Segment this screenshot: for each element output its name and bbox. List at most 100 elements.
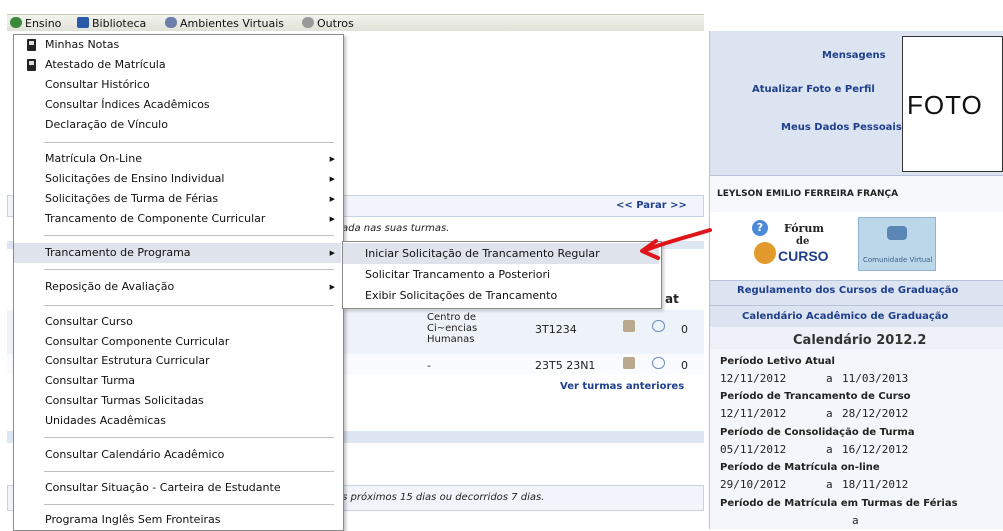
submenu-item-iniciar-trancamento[interactable]: Iniciar Solicitação de Trancamento Regul… bbox=[343, 243, 659, 264]
community-icon bbox=[887, 226, 907, 240]
forum-line3: CURSO bbox=[778, 248, 829, 264]
question-icon: ? bbox=[752, 220, 768, 236]
menu-item-consultar-turma[interactable]: Consultar Turma bbox=[14, 371, 341, 391]
chat-icon[interactable] bbox=[652, 357, 665, 369]
menubar-item-ensino[interactable]: Ensino bbox=[10, 15, 61, 32]
menu-item-estrutura-curricular[interactable]: Consultar Estrutura Curricular bbox=[14, 351, 341, 371]
comunidade-virtual-button[interactable]: Comunidade Virtual bbox=[858, 217, 936, 271]
menu-item-calendario-academico[interactable]: Consultar Calendário Acadêmico bbox=[14, 445, 341, 465]
menu-item-label: Consultar Histórico bbox=[45, 78, 150, 91]
mensagens-link[interactable]: Mensagens bbox=[822, 50, 886, 61]
virtual-env-icon bbox=[165, 17, 177, 28]
menu-item-declaracao-vinculo[interactable]: Declaração de Vínculo bbox=[14, 115, 341, 135]
period-start: 12/11/2012 bbox=[720, 372, 787, 385]
menu-item-label: Trancamento de Programa bbox=[45, 246, 191, 259]
period-end: 28/12/2012 bbox=[842, 407, 909, 420]
menu-separator bbox=[44, 471, 334, 472]
menubar-label: Biblioteca bbox=[92, 17, 147, 30]
forum-line1: Fórum bbox=[784, 222, 824, 235]
menu-item-carteira-estudante[interactable]: Consultar Situação - Carteira de Estudan… bbox=[14, 478, 341, 498]
forum-line2: de bbox=[796, 236, 810, 247]
grades-icon[interactable] bbox=[623, 357, 635, 369]
menu-item-label: Consultar Componente Curricular bbox=[45, 335, 230, 348]
menubar-label: Ensino bbox=[25, 17, 62, 30]
forum-curso-button[interactable]: ? Fórum de CURSO bbox=[748, 218, 829, 270]
menubar-item-outros[interactable]: Outros bbox=[302, 15, 354, 32]
menu-item-label: Consultar Turma bbox=[45, 374, 136, 387]
user-name: LEYLSON EMILIO FERREIRA FRANÇA bbox=[717, 189, 899, 199]
comunidade-label: Comunidade Virtual bbox=[863, 256, 933, 264]
menu-item-trancamento-programa[interactable]: Trancamento de Programa ▶ bbox=[14, 243, 341, 263]
menu-item-indices-academicos[interactable]: Consultar Índices Acadêmicos bbox=[14, 95, 341, 115]
submenu-arrow-icon: ▶ bbox=[329, 283, 335, 291]
menu-item-label: Solicitações de Ensino Individual bbox=[45, 172, 225, 185]
menu-item-consultar-curso[interactable]: Consultar Curso bbox=[14, 312, 341, 332]
menubar-item-ambientes-virtuais[interactable]: Ambientes Virtuais bbox=[165, 15, 284, 32]
menu-item-label: Consultar Calendário Acadêmico bbox=[45, 448, 225, 461]
meus-dados-link[interactable]: Meus Dados Pessoais bbox=[781, 122, 902, 133]
ver-turmas-link[interactable]: Ver turmas anteriores bbox=[560, 381, 684, 392]
menu-item-reposicao-avaliacao[interactable]: Reposição de Avaliação ▶ bbox=[14, 277, 341, 297]
menu-item-atestado-matricula[interactable]: Atestado de Matrícula bbox=[14, 55, 341, 75]
period-sep: a bbox=[826, 478, 833, 491]
period-sep: a bbox=[826, 443, 833, 456]
regulamento-link[interactable]: Regulamento dos Cursos de Graduação bbox=[737, 285, 958, 296]
row-schedule: 23T5 23N1 bbox=[535, 359, 596, 372]
menu-item-unidades-academicas[interactable]: Unidades Acadêmicas bbox=[14, 411, 341, 431]
user-bar: LEYLSON EMILIO FERREIRA FRANÇA bbox=[710, 175, 1003, 213]
submenu-arrow-icon: ▶ bbox=[329, 249, 335, 257]
row-count: 0 bbox=[681, 359, 688, 372]
menu-item-turma-ferias[interactable]: Solicitações de Turma de Férias ▶ bbox=[14, 189, 341, 209]
submenu-item-label: Solicitar Trancamento a Posteriori bbox=[365, 268, 551, 281]
calendario-link[interactable]: Calendário Acadêmico de Graduação bbox=[742, 311, 948, 322]
menu-item-label: Atestado de Matrícula bbox=[45, 58, 166, 71]
submenu-arrow-icon: ▶ bbox=[329, 155, 335, 163]
profile-photo: FOTO bbox=[902, 36, 1003, 172]
parar-link[interactable]: << Parar >> bbox=[616, 200, 687, 211]
period-label: Período de Matrícula em Turmas de Férias bbox=[720, 498, 958, 509]
submenu-arrow-icon: ▶ bbox=[329, 175, 335, 183]
document-icon bbox=[27, 59, 36, 71]
document-icon bbox=[27, 39, 36, 51]
grades-icon[interactable] bbox=[623, 320, 635, 332]
menu-separator bbox=[44, 269, 334, 270]
menu-item-ingles-sem-fronteiras[interactable]: Programa Inglês Sem Fronteiras bbox=[14, 510, 341, 530]
menubar-item-biblioteca[interactable]: Biblioteca bbox=[77, 15, 146, 32]
menu-item-label: Matrícula On-Line bbox=[45, 152, 142, 165]
row-unit: Centro de Ci~encias Humanas bbox=[427, 312, 478, 345]
menu-separator bbox=[44, 142, 334, 143]
menu-item-label: Consultar Estrutura Curricular bbox=[45, 354, 210, 367]
menu-item-matricula-online[interactable]: Matrícula On-Line ▶ bbox=[14, 149, 341, 169]
submenu-item-exibir-solicitacoes[interactable]: Exibir Solicitações de Trancamento bbox=[343, 285, 659, 306]
menu-item-label: Reposição de Avaliação bbox=[45, 280, 175, 293]
menu-item-componente-curricular[interactable]: Consultar Componente Curricular bbox=[14, 332, 341, 352]
chat-icon[interactable] bbox=[652, 320, 665, 332]
submenu-item-trancamento-posteriori[interactable]: Solicitar Trancamento a Posteriori bbox=[343, 264, 659, 285]
period-start: 12/11/2012 bbox=[720, 407, 787, 420]
period-start: 05/11/2012 bbox=[720, 443, 787, 456]
menu-separator bbox=[44, 305, 334, 306]
menu-separator bbox=[44, 437, 334, 438]
period-label: Período de Matrícula on-line bbox=[720, 462, 880, 473]
atualizar-foto-link[interactable]: Atualizar Foto e Perfil bbox=[752, 84, 875, 95]
menu-item-label: Trancamento de Componente Curricular bbox=[45, 212, 266, 225]
menu-item-label: Declaração de Vínculo bbox=[45, 118, 168, 131]
foto-label: FOTO bbox=[907, 90, 983, 120]
menubar-label: Outros bbox=[317, 17, 354, 30]
ensino-dropdown-menu: Minhas Notas Atestado de Matrícula Consu… bbox=[13, 34, 344, 531]
menu-item-label: Unidades Acadêmicas bbox=[45, 414, 166, 427]
menu-item-label: Consultar Índices Acadêmicos bbox=[45, 98, 210, 111]
menu-item-turmas-solicitadas[interactable]: Consultar Turmas Solicitadas bbox=[14, 391, 341, 411]
period-end: 11/03/2013 bbox=[842, 372, 909, 385]
submenu-item-label: Iniciar Solicitação de Trancamento Regul… bbox=[365, 247, 600, 260]
menu-item-trancamento-componente[interactable]: Trancamento de Componente Curricular ▶ bbox=[14, 209, 341, 229]
menu-item-minhas-notas[interactable]: Minhas Notas bbox=[14, 35, 341, 55]
row-count: 0 bbox=[681, 323, 688, 336]
period-sep: a bbox=[852, 514, 859, 527]
menu-item-consultar-historico[interactable]: Consultar Histórico bbox=[14, 75, 341, 95]
trancamento-submenu: Iniciar Solicitação de Trancamento Regul… bbox=[342, 241, 662, 309]
annotation-arrow-icon bbox=[640, 228, 712, 260]
period-label: Período de Trancamento de Curso bbox=[720, 391, 911, 402]
menu-item-ensino-individual[interactable]: Solicitações de Ensino Individual ▶ bbox=[14, 169, 341, 189]
period-sep: a bbox=[826, 372, 833, 385]
